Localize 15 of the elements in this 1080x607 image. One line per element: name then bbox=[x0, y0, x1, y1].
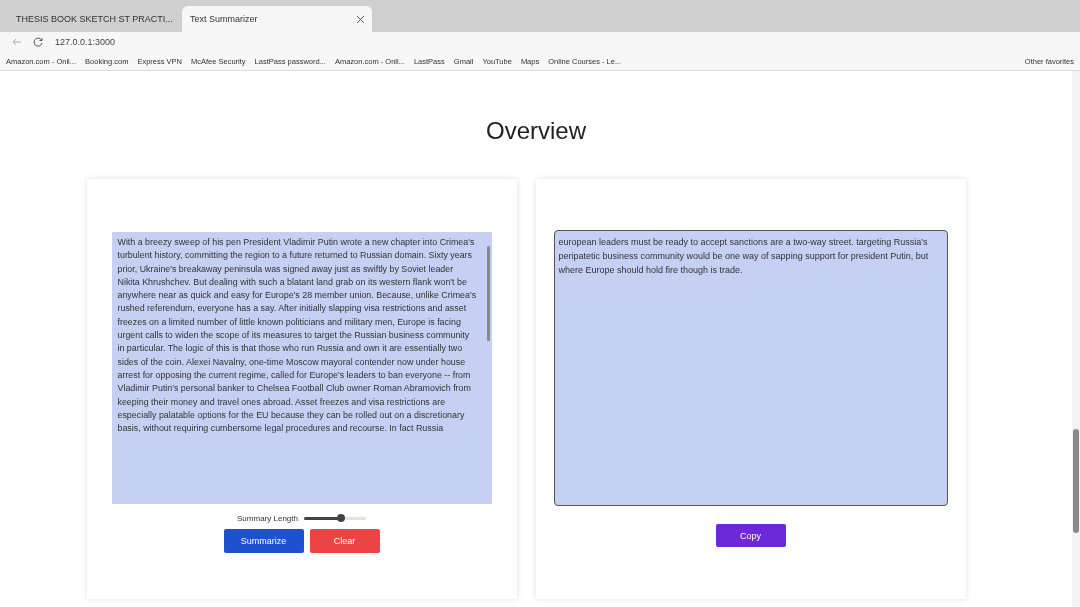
summarize-button[interactable]: Summarize bbox=[223, 529, 304, 553]
input-text-area[interactable]: With a breezy sweep of his pen President Vladimir Putin wrote a new chapter into Crimea's turbulent history, committing the region to a future returned to Russian domain. Sixty years prior, Ukraine's breakaway peninsula was signed away just as swiftly by Soviet leader Nikita Khrushchev. But dealing with such a blatant land grab on its western flank won't be anywhere near as quick and easy for Europe's 28 member union. Because, unlike Crimea's rushed referendum, everyone has a say. After initially slapping visa restrictions and asset freezes on a limited number of little known politicians and military men, Europe is facing urgent calls to widen the scope of its measures to target the Russian business community in particular. The logic of this is that those who run Russia and own it are essentially two sides of the coin. Alexei Navalny, one-time Moscow mayoral contender now under house arrest for opposing the current regime, called for Europe's leaders to ban everyone -- from Vladimir Putin's personal banker to Chelsea Football Club owner Roman Abramovich from keeping their money and travel ones abroad. Asset freezes and visa restrictions are especially palatable options for the EU because they can be rolled out on a discretionary basis, without requiring cumbersome legal procedures and recourse. In fact Russia bbox=[111, 232, 492, 504]
scrollbar-thumb[interactable] bbox=[1073, 429, 1079, 533]
summary-length-slider[interactable] bbox=[303, 517, 366, 520]
browser-tab[interactable]: THESIS BOOK SKETCH ST PRACTI... bbox=[8, 6, 178, 32]
browser-tab[interactable]: Text Summarizer bbox=[182, 6, 372, 32]
scrollbar-thumb[interactable] bbox=[486, 246, 490, 341]
close-icon[interactable] bbox=[357, 15, 364, 23]
slider-thumb[interactable] bbox=[337, 514, 346, 522]
clear-button[interactable]: Clear bbox=[309, 529, 380, 553]
refresh-icon[interactable] bbox=[33, 37, 43, 47]
page-title: Overview bbox=[486, 117, 586, 145]
summary-text-area[interactable]: european leaders must be ready to accept sanctions are a two-way street. targeting Russia's peripatetic business community would be one way of sapping support for president Putin, but where Europe should hold fire though is trade. bbox=[553, 230, 948, 506]
copy-button[interactable]: Copy bbox=[715, 524, 786, 547]
slider-label: Summary Length bbox=[237, 514, 298, 523]
